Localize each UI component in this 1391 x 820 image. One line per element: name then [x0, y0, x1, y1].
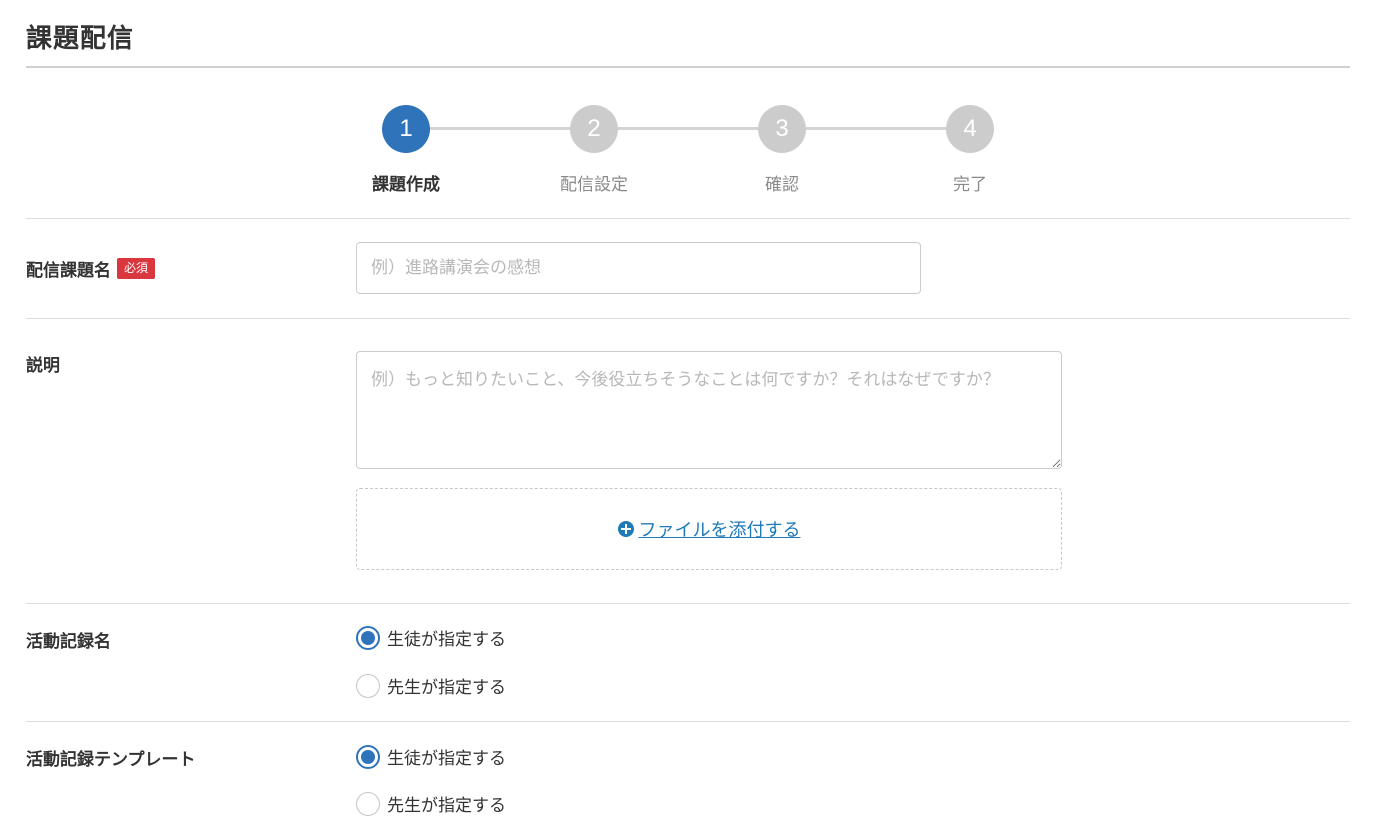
radio-button[interactable] — [356, 625, 380, 650]
radio-button[interactable] — [356, 673, 380, 698]
radio-button[interactable] — [356, 744, 380, 769]
divider — [26, 721, 1350, 722]
activity-record-name-option-teacher[interactable]: 先生が指定する — [356, 673, 506, 698]
assignment-name-input[interactable] — [356, 242, 921, 294]
step-connector — [430, 127, 571, 130]
attach-file-label: ファイルを添付する — [638, 520, 801, 541]
title-divider — [26, 66, 1350, 68]
activity-record-template-option-teacher[interactable]: 先生が指定する — [356, 791, 506, 816]
divider — [26, 603, 1350, 604]
activity-record-template-option-student[interactable]: 生徒が指定する — [356, 744, 506, 769]
page-title: 課題配信 — [26, 24, 135, 54]
activity-record-name-label: 活動記録名 — [26, 632, 111, 652]
step-2-circle: 2 — [570, 105, 618, 153]
file-attach-dropzone[interactable]: ファイルを添付する — [356, 488, 1062, 570]
assignment-name-label: 配信課題名 — [26, 261, 111, 281]
description-textarea[interactable] — [356, 351, 1062, 469]
radio-label: 生徒が指定する — [387, 749, 506, 769]
activity-record-template-label: 活動記録テンプレート — [26, 750, 196, 770]
divider — [26, 218, 1350, 219]
attach-file-link[interactable]: ファイルを添付する — [617, 516, 801, 542]
activity-record-name-option-student[interactable]: 生徒が指定する — [356, 625, 506, 650]
plus-circle-icon — [617, 521, 634, 537]
description-label: 説明 — [26, 356, 60, 376]
step-connector — [806, 127, 947, 130]
step-1-label: 課題作成 — [372, 175, 440, 195]
step-4-label: 完了 — [953, 175, 987, 195]
step-connector — [618, 127, 759, 130]
step-1-circle: 1 — [382, 105, 430, 153]
divider — [26, 318, 1350, 319]
step-2-label: 配信設定 — [560, 175, 628, 195]
radio-label: 先生が指定する — [387, 678, 506, 698]
step-4-circle: 4 — [946, 105, 994, 153]
radio-label: 先生が指定する — [387, 796, 506, 816]
radio-label: 生徒が指定する — [387, 630, 506, 650]
radio-button[interactable] — [356, 791, 380, 816]
assignment-name-label-group: 配信課題名 必須 — [26, 256, 156, 281]
required-badge: 必須 — [117, 258, 156, 279]
step-3-circle: 3 — [758, 105, 806, 153]
step-3-label: 確認 — [765, 175, 799, 195]
